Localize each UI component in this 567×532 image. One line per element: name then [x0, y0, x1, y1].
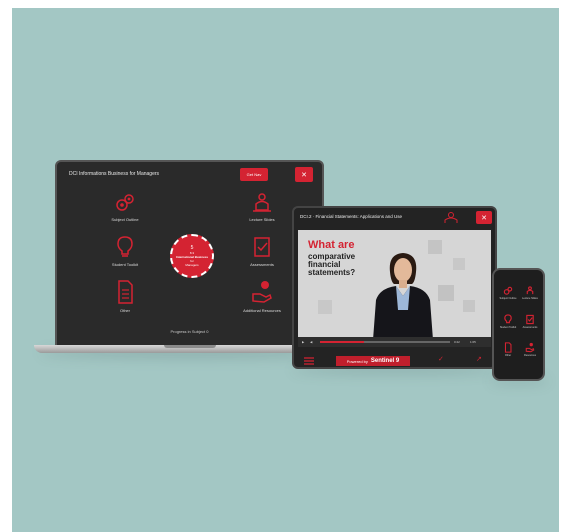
menu-item-lecture-slides[interactable]: Lecture Slides	[227, 192, 297, 222]
presenter-icon	[526, 286, 534, 295]
phone-item-other[interactable]: Other	[497, 342, 519, 357]
phone-item-label: Other	[504, 354, 512, 357]
gears-icon	[116, 194, 134, 211]
nav-button[interactable]: Get Nav	[240, 168, 268, 181]
close-icon[interactable]: ✕	[476, 211, 492, 224]
powered-by-badge: Powered by Sentinel 9	[336, 356, 410, 366]
subject-badge[interactable]: 5 8.3 International Business for Manager…	[170, 234, 214, 278]
checklist-icon	[254, 237, 270, 257]
menu-item-assessments[interactable]: Assessments	[227, 235, 297, 267]
phone-item-assessments[interactable]: Assessments	[519, 314, 541, 329]
menu-item-label: Student Toolkit	[111, 262, 139, 267]
tablet-footer: Powered by Sentinel 9 ✓ ↗	[298, 355, 491, 367]
brand-name: Sentinel 9	[370, 358, 400, 364]
phone-screen: Subject Outline Lecture Slides Student T…	[492, 268, 545, 381]
lesson-title: DCI.2 · Financial Statements: Applicatio…	[300, 214, 403, 219]
hand-icon	[525, 342, 535, 353]
phone-item-resources[interactable]: Resources	[519, 342, 541, 357]
laptop-notch	[164, 345, 216, 348]
powered-by-label: Powered by	[346, 358, 368, 364]
presenter-figure	[373, 253, 433, 337]
app-title: DCI Informations Business for Managers	[69, 171, 160, 177]
time-left: 0:22	[454, 340, 460, 344]
hand-icon	[252, 281, 272, 303]
document-icon	[504, 342, 512, 353]
phone-item-label: Lecture Slides	[522, 297, 538, 300]
phone-item-label: Resources	[524, 354, 536, 357]
badge-title-end: Managers	[185, 263, 199, 267]
checklist-icon	[526, 314, 534, 325]
presenter-icon	[253, 193, 271, 212]
menu-item-additional-resources[interactable]: Additional Resources	[227, 279, 297, 313]
rewind-icon[interactable]: ◀	[310, 340, 312, 344]
laptop-screen: DCI Informations Business for Managers G…	[55, 160, 324, 347]
play-icon[interactable]: ▶	[302, 340, 304, 344]
video-headline: What are	[308, 239, 355, 251]
close-icon[interactable]: ✕	[295, 167, 313, 182]
menu-item-label: Other	[119, 308, 130, 313]
arrow-right-icon[interactable]: ↗	[476, 355, 482, 363]
lightbulb-icon	[504, 314, 512, 324]
menu-item-subject-outline[interactable]: Subject Outline	[90, 192, 160, 222]
menu-item-label: Subject Outline	[111, 217, 139, 222]
document-icon	[118, 280, 133, 304]
check-icon[interactable]: ✓	[438, 355, 444, 363]
menu-item-label: Lecture Slides	[249, 217, 275, 222]
lightbulb-icon	[117, 236, 133, 257]
menu-item-label: Additional Resources	[243, 308, 281, 313]
phone-item-label: Subject Outline	[499, 297, 517, 300]
video-controls[interactable]: ▶ ◀ 0:22 1:05	[298, 337, 491, 347]
tablet-screen: DCI.2 · Financial Statements: Applicatio…	[292, 206, 497, 369]
gears-icon	[503, 286, 513, 295]
phone-item-label: Assessments	[522, 326, 538, 329]
phone-item-lecture-slides[interactable]: Lecture Slides	[519, 286, 541, 300]
menu-item-label: Assessments	[250, 262, 274, 267]
progress-text: Progress in Subject 0	[170, 329, 209, 334]
menu-icon[interactable]	[304, 357, 314, 365]
menu-item-student-toolkit[interactable]: Student Toolkit	[90, 235, 160, 267]
time-right: 1:05	[470, 340, 476, 344]
presenter-icon[interactable]	[442, 211, 460, 224]
phone-item-label: Student Toolkit	[499, 326, 517, 329]
video-player[interactable]: What are comparative financial statement…	[298, 230, 491, 337]
phone-item-subject-outline[interactable]: Subject Outline	[497, 286, 519, 300]
seek-progress	[320, 341, 364, 343]
phone-item-student-toolkit[interactable]: Student Toolkit	[497, 314, 519, 329]
menu-item-other[interactable]: Other	[90, 279, 160, 313]
